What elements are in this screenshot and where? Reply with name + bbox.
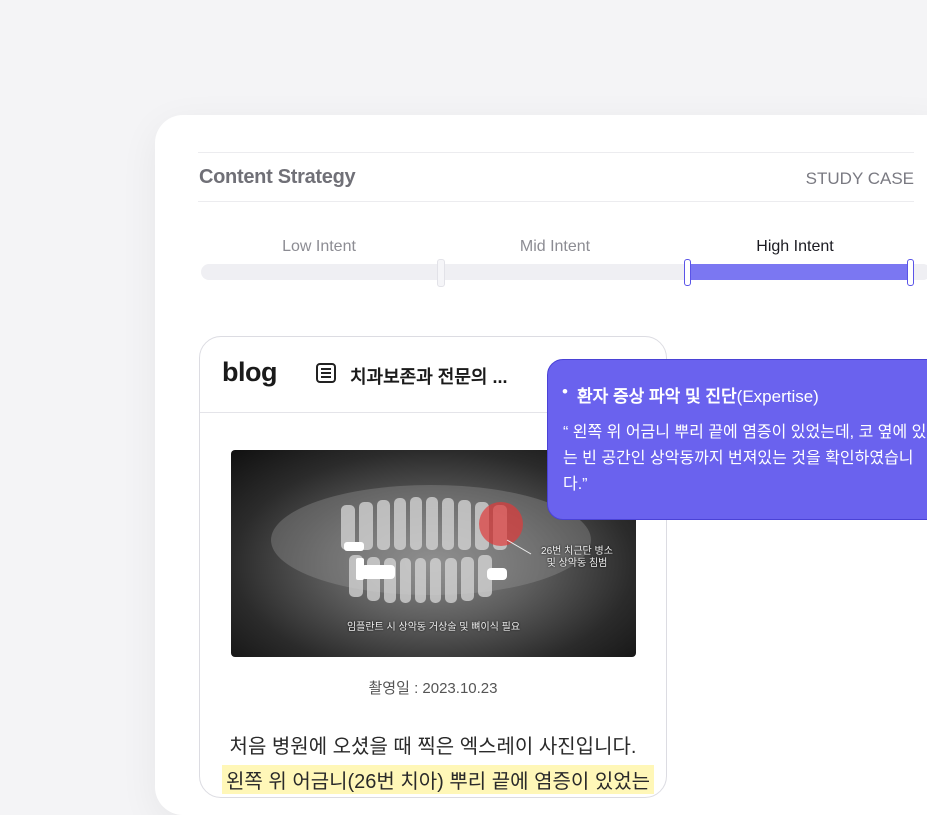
tooltip-title-bold: 환자 증상 파악 및 진단	[577, 387, 737, 406]
expertise-tooltip: • 환자 증상 파악 및 진단(Expertise) “ 왼쪽 위 어금니 뿌리…	[547, 359, 927, 520]
intent-slider-handle-end[interactable]	[907, 259, 914, 286]
section-title: Content Strategy	[199, 166, 356, 188]
tooltip-quote: “ 왼쪽 위 어금니 뿌리 끝에 염증이 있었는데, 코 옆에 있는 빈 공간인…	[563, 424, 927, 493]
intent-label-high[interactable]: High Intent	[695, 238, 895, 256]
xray-note-tooth: 26번 치근단 병소 및 상악동 침범	[541, 546, 613, 569]
blog-body-highlight: 왼쪽 위 어금니(26번 치아) 뿌리 끝에 염증이 있었는	[222, 765, 655, 794]
intent-slider-divider	[437, 259, 445, 287]
intent-slider-handle-start[interactable]	[684, 259, 691, 286]
study-case-tag: STUDY CASE	[805, 169, 914, 188]
header-top-divider	[198, 152, 914, 153]
intent-slider-fill	[688, 264, 910, 280]
header-bottom-divider	[198, 201, 914, 202]
xray-note-implant: 임플란트 시 상악동 거상술 및 뼈이식 필요	[346, 622, 521, 633]
xray-date-caption: 촬영일 : 2023.10.23	[368, 680, 498, 697]
blog-logo[interactable]: blog	[222, 357, 277, 388]
blog-body-text: 처음 병원에 오셨을 때 찍은 엑스레이 사진입니다.	[229, 736, 637, 758]
tooltip-title-rest: (Expertise)	[736, 387, 819, 406]
list-icon[interactable]	[316, 363, 336, 383]
intent-label-mid[interactable]: Mid Intent	[455, 238, 655, 256]
tooltip-title: 환자 증상 파악 및 진단(Expertise)	[577, 382, 819, 407]
blog-category[interactable]: 치과보존과 전문의 ...	[350, 363, 507, 389]
intent-label-low[interactable]: Low Intent	[219, 238, 419, 256]
tooltip-bullet: •	[562, 382, 568, 401]
